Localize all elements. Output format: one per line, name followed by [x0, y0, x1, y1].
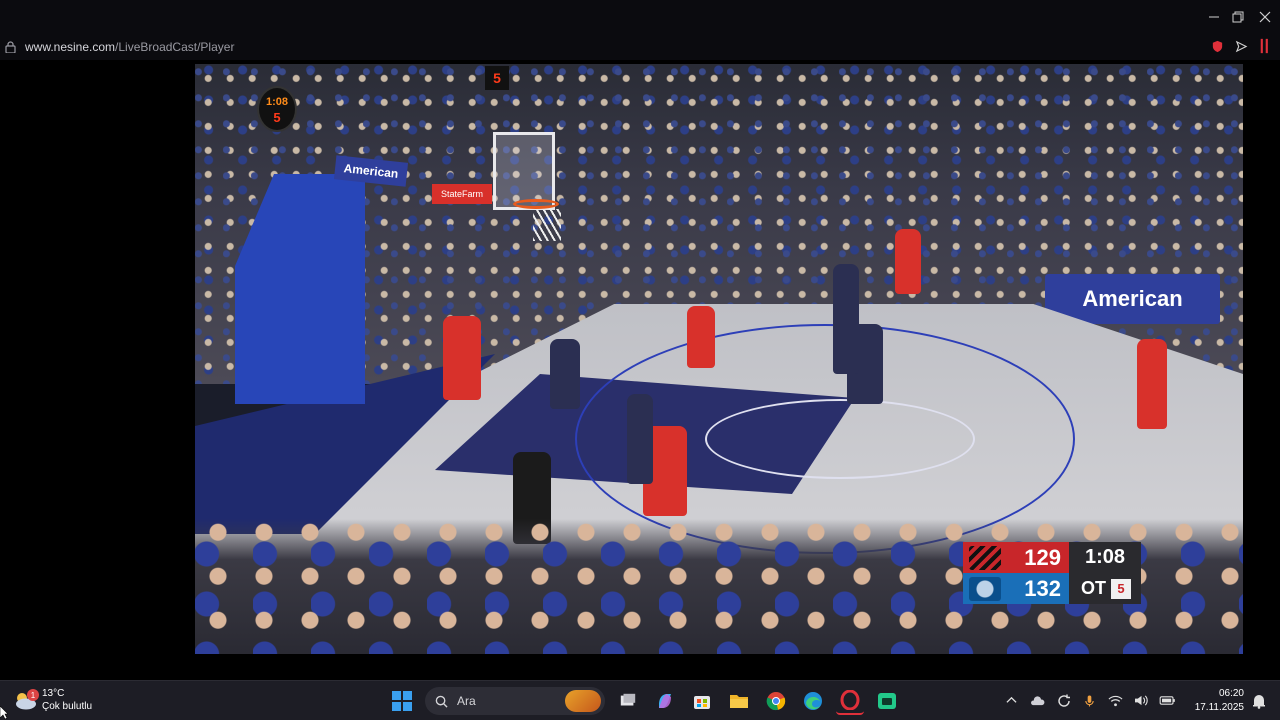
fouls-badge: 5: [1111, 578, 1131, 599]
search-placeholder: Ara: [457, 694, 476, 708]
clock-date: 17.11.2025: [1194, 702, 1244, 713]
taskbar-clock[interactable]: 06:20 17.11.2025: [1195, 687, 1244, 715]
clock-time: 06:20: [1218, 688, 1244, 699]
player-figure: [895, 229, 921, 294]
team2-score: 132: [1024, 575, 1061, 601]
url-host: www.nesine.com: [25, 40, 116, 54]
volume-icon[interactable]: [1133, 692, 1150, 709]
arena-shot-clock-2: 5: [485, 66, 509, 90]
scorebug: 129 1:08 132 OT 5: [963, 542, 1141, 604]
video-player[interactable]: American American StateFarm 1:085 5 129: [195, 64, 1243, 654]
opera-sidebar-icon[interactable]: [1258, 38, 1272, 54]
address-bar[interactable]: www.nesine.com/LiveBroadCast/Player: [0, 34, 1280, 60]
wifi-icon[interactable]: [1107, 692, 1124, 709]
window-controls: [1202, 0, 1280, 34]
send-icon[interactable]: [1234, 39, 1248, 53]
arena-shot-clock: 1:08 5: [257, 86, 297, 132]
trail-blazers-logo-icon: [969, 545, 1001, 570]
player-figure: [833, 264, 859, 374]
player-figure: [443, 316, 481, 400]
lock-icon: [5, 41, 16, 53]
edge-icon[interactable]: [799, 687, 827, 715]
arena-shot-clock-sub: 5: [273, 110, 281, 125]
sponsor-banner: StateFarm: [432, 184, 492, 204]
scorebug-team2: 132: [963, 573, 1069, 604]
shield-icon[interactable]: [1210, 39, 1224, 53]
minimize-icon: [1209, 16, 1219, 18]
microphone-icon[interactable]: [1081, 692, 1098, 709]
game-clock: 1:08: [1069, 542, 1141, 573]
arena-banner: American: [1045, 274, 1220, 324]
folder-icon[interactable]: [725, 687, 753, 715]
weather-desc: Çok bulutlu: [42, 701, 93, 712]
browser-window: www.nesine.com/LiveBroadCast/Player Amer…: [0, 0, 1280, 680]
battery-icon[interactable]: [1159, 692, 1176, 709]
player-figure: [627, 394, 653, 484]
player-figure: [550, 339, 580, 409]
restore-button[interactable]: [1226, 0, 1250, 34]
task-view-icon[interactable]: [614, 687, 642, 715]
windows-taskbar: 1 13°C Çok bulutlu Ara 06:20 17.11.2025: [0, 680, 1280, 720]
scorebug-team1: 129: [963, 542, 1069, 573]
arena-shot-clock-time: 1:08: [265, 96, 289, 108]
start-icon[interactable]: [388, 687, 416, 715]
chevron-up-icon[interactable]: [1003, 692, 1020, 709]
weather-widget[interactable]: 1 13°C Çok bulutlu: [12, 687, 92, 713]
opera-icon[interactable]: [836, 687, 864, 715]
notification-bell-icon[interactable]: [1252, 693, 1266, 709]
minimize-button[interactable]: [1202, 0, 1226, 34]
mavericks-logo-icon: [969, 576, 1001, 601]
player-figure: [687, 306, 715, 368]
chrome-icon[interactable]: [762, 687, 790, 715]
url-path: /LiveBroadCast/Player: [115, 40, 235, 54]
taskbar-apps: Ara: [388, 686, 901, 716]
player-figure: [1137, 339, 1167, 429]
store-icon[interactable]: [688, 687, 716, 715]
taskbar-search[interactable]: Ara: [425, 687, 605, 715]
restore-icon: [1232, 11, 1244, 23]
game-period: OT 5: [1069, 573, 1141, 604]
weather-badge: 1: [27, 689, 39, 701]
system-tray: [1003, 692, 1176, 709]
weather-text: 13°C Çok bulutlu: [42, 687, 92, 713]
close-icon: [1259, 11, 1271, 23]
rim: [513, 199, 559, 209]
copilot-icon[interactable]: [651, 687, 679, 715]
sync-icon[interactable]: [1055, 692, 1072, 709]
period-label: OT: [1081, 578, 1106, 598]
url-text[interactable]: www.nesine.com/LiveBroadCast/Player: [25, 40, 234, 54]
search-highlight-icon: [565, 690, 601, 712]
backboard: [493, 132, 555, 210]
onedrive-icon[interactable]: [1029, 692, 1046, 709]
app-icon[interactable]: [873, 687, 901, 715]
net: [533, 209, 561, 241]
address-bar-actions: [1210, 38, 1272, 54]
mouse-cursor-icon: [0, 706, 8, 720]
close-button[interactable]: [1250, 0, 1280, 34]
title-bar: [0, 0, 1280, 34]
weather-temp: 13°C: [42, 688, 65, 699]
free-throw-circle: [705, 399, 975, 479]
cloud-icon: 1: [12, 689, 39, 711]
team1-score: 129: [1024, 544, 1061, 570]
search-icon: [435, 695, 448, 708]
